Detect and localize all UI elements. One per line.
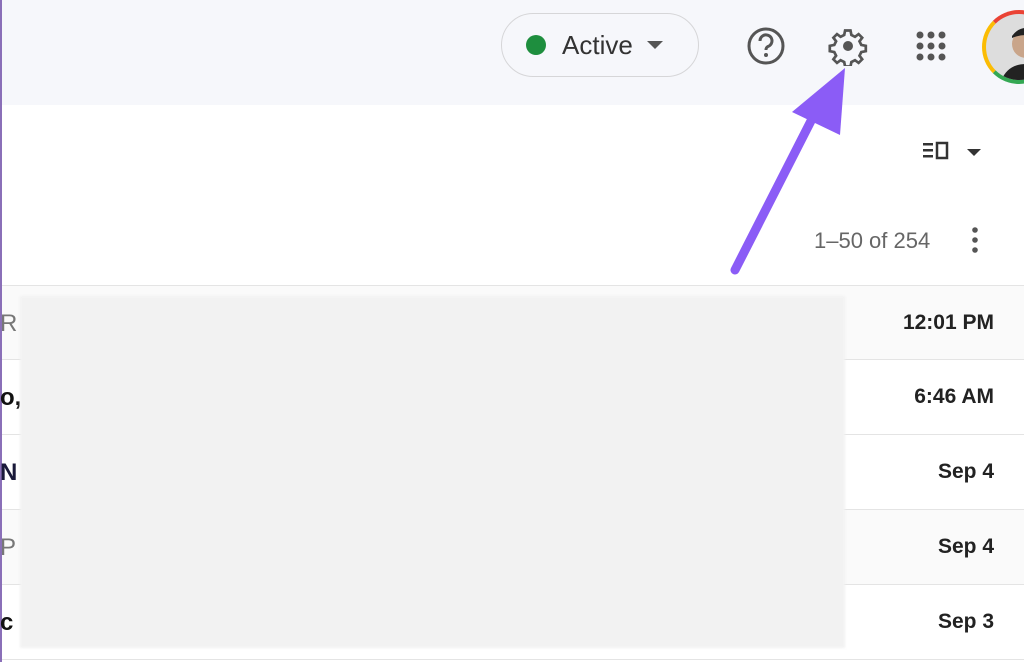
annotation-arrow — [730, 68, 845, 275]
